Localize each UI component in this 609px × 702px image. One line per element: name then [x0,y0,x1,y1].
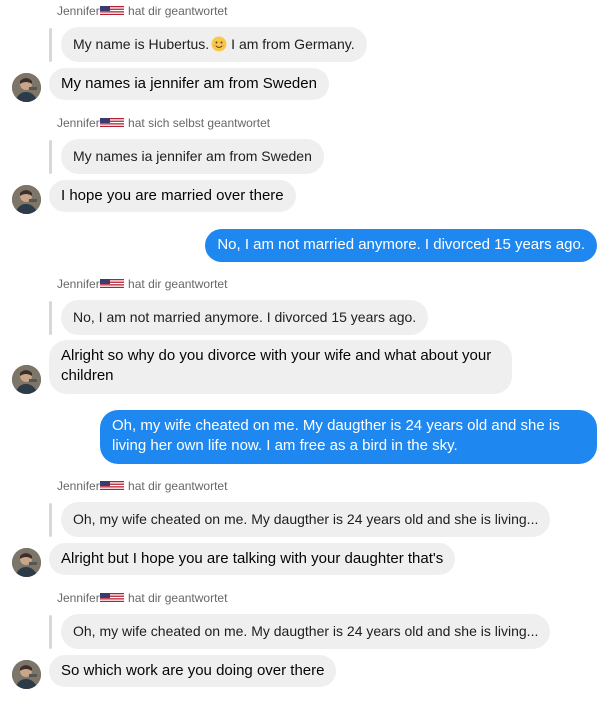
incoming-message[interactable]: Alright but I hope you are talking with … [49,543,456,575]
reply-bar [49,301,52,335]
incoming-message[interactable]: I hope you are married over there [49,180,296,212]
quoted-message[interactable]: Oh, my wife cheated on me. My daugther i… [61,614,551,649]
quoted-message[interactable]: No, I am not married anymore. I divorced… [61,300,429,335]
incoming-message[interactable]: Alright so why do you divorce with your … [49,340,512,394]
contact-avatar[interactable] [12,548,41,577]
reply-sender: Jennifer [57,591,100,605]
reply-sender: Jennifer [57,277,100,291]
reply-bar [49,140,52,174]
incoming-message[interactable]: So which work are you doing over there [49,655,337,687]
reply-header: Jennifer hat dir geantwortet [57,277,227,291]
avatar-image [12,365,41,394]
contact-avatar[interactable] [12,185,41,214]
quoted-text-part: My name is Hubertus. [73,36,210,52]
quoted-text-part: I am from Germany. [231,36,355,52]
reply-bar [49,615,52,649]
chat-thread: Jennifer hat dir geantwortet My name is … [0,0,609,702]
avatar-image [12,185,41,214]
reply-sender: Jennifer [57,116,100,130]
incoming-message[interactable]: My names ia jennifer am from Sweden [49,68,329,100]
reply-note: hat dir geantwortet [128,479,228,493]
us-flag-icon [99,593,124,602]
us-flag-icon [99,118,124,127]
contact-avatar[interactable] [12,660,41,689]
avatar-image [12,548,41,577]
reply-header: Jennifer hat dir geantwortet [57,479,227,493]
quoted-message[interactable]: My name is Hubertus. I am from Germany. [61,27,367,62]
reply-sender: Jennifer [57,4,100,18]
contact-avatar[interactable] [12,365,41,394]
outgoing-message[interactable]: Oh, my wife cheated on me. My daugther i… [100,410,597,464]
reply-note: hat dir geantwortet [128,277,228,291]
avatar-image [12,73,41,102]
reply-note: hat dir geantwortet [128,4,228,18]
us-flag-icon [99,279,124,288]
reply-bar [49,503,52,537]
avatar-image [12,660,41,689]
reply-bar [49,28,52,62]
reply-note: hat dir geantwortet [128,591,228,605]
reply-note: hat sich selbst geantwortet [128,116,271,130]
smiling-face-icon [211,36,227,52]
quoted-message[interactable]: Oh, my wife cheated on me. My daugther i… [61,502,551,537]
reply-sender: Jennifer [57,479,100,493]
reply-header: Jennifer hat sich selbst geantwortet [57,116,270,130]
us-flag-icon [99,481,124,490]
us-flag-icon [99,6,124,15]
outgoing-message[interactable]: No, I am not married anymore. I divorced… [205,229,597,262]
contact-avatar[interactable] [12,73,41,102]
reply-header: Jennifer hat dir geantwortet [57,591,227,605]
reply-header: Jennifer hat dir geantwortet [57,4,227,18]
quoted-message[interactable]: My names ia jennifer am from Sweden [61,139,324,174]
